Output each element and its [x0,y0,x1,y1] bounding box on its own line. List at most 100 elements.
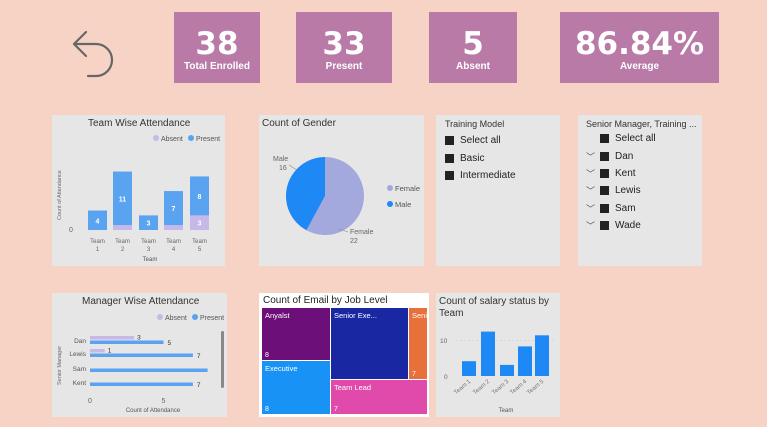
training-model-slicer[interactable]: Training Model Select all Basic Intermed… [436,115,560,266]
x-tick-label: 5 [198,247,202,253]
gender-card[interactable]: Count of Gender Male 16 Female 22 Female Male [259,115,424,266]
bar-present [90,353,193,357]
legend-male-icon [387,201,393,207]
y-axis-label: Senior Manager [57,346,63,385]
bar-present [90,368,208,372]
treemap-tile-label: Anyalst [265,311,291,320]
slicer-item-intermediate[interactable]: Intermediate [445,170,516,181]
slicer-item-select-all[interactable]: Select all [445,135,501,146]
y-tick-label: 0 [444,374,448,381]
kpi-value: 86.84% [574,26,705,62]
leader-line [288,164,298,171]
slicer-item-label: Select all [460,135,501,146]
legend-absent-icon [157,314,163,320]
legend-absent-icon [153,135,159,141]
x-tick-label: 1 [96,247,100,253]
x-tick-label: 3 [147,247,151,253]
x-axis-label: Team [499,408,514,414]
kpi-label: Total Enrolled [184,61,250,72]
kpi-absent: 5 Absent [429,12,517,83]
manager-attendance-card[interactable]: Manager Wise Attendance Absent Present Sen… [52,293,227,417]
x-tick-label: Team [192,239,207,245]
x-tick-label: Team [115,239,130,245]
x-tick-label: 0 [88,398,92,405]
data-label-absent: 3 [137,335,141,342]
slicer-item-sam[interactable]: ﹀ Sam [586,202,636,215]
checkbox-icon [445,171,454,180]
bar [481,331,495,376]
bar-present [90,382,193,386]
slicer-item-dan[interactable]: ﹀ Dan [586,150,633,163]
x-tick-label: Team [90,239,105,245]
data-label-male-value: 16 [279,165,287,172]
scrollbar [221,331,224,388]
treemap-tile-label: Senior A... [412,311,429,320]
treemap-tile-value: 8 [265,406,269,413]
slicer-item-select-all[interactable]: Select all [600,133,656,144]
slicer-item-basic[interactable]: Basic [445,153,484,164]
x-tick-label: Team 4 [509,379,528,397]
slicer-item-lewis[interactable]: ﹀ Lewis [586,184,641,197]
chevron-down-icon[interactable]: ﹀ [586,202,600,215]
chevron-down-icon[interactable]: ﹀ [586,219,600,232]
kpi-value: 33 [322,26,366,62]
salary-status-card[interactable]: Count of salary status by Team 10 0 Team 1… [436,293,560,417]
chevron-down-icon[interactable]: ﹀ [586,184,600,197]
chevron-down-icon[interactable]: ﹀ [586,150,600,163]
data-label-present: 8 [198,194,202,201]
kpi-present: 33 Present [296,12,392,83]
back-button[interactable] [66,26,120,80]
y-tick-label: 10 [440,338,448,345]
kpi-label: Average [619,61,660,72]
slicer-item-label: Wade [615,220,641,231]
senior-manager-slicer[interactable]: Senior Manager, Training ... Select all … [578,115,702,266]
data-label-present: 7 [197,353,201,360]
bar [500,364,514,376]
legend-present-label: Present [196,136,220,143]
y-axis-label: Count of Attendance [57,170,63,220]
data-label-absent: 3 [198,221,202,228]
back-arrow-icon [72,30,114,78]
slicer-item-wade[interactable]: ﹀ Wade [586,219,641,232]
job-level-card[interactable]: Count of Email by Job Level Anyalst 8 Seni… [259,293,429,417]
bar-absent [90,349,105,353]
treemap-tile-label: Senior Exe... [334,311,377,320]
legend-absent-label: Absent [161,136,183,143]
bar-absent [113,225,132,230]
data-label-female-name: Female [350,229,373,236]
x-tick-label: Team 2 [472,379,491,397]
slicer-item-kent[interactable]: ﹀ Kent [586,167,636,180]
team-attendance-card[interactable]: Team Wise Attendance Absent Present Count … [52,115,225,266]
x-tick-label: Team [141,239,156,245]
treemap-tile-label: Team Lead [334,383,371,392]
bar-absent [164,225,183,230]
chevron-down-icon[interactable]: ﹀ [586,167,600,180]
treemap-tile-value: 7 [334,406,338,413]
bar-absent [90,336,135,340]
legend-absent-label: Absent [165,315,187,322]
bar-present [90,340,164,344]
x-axis-label: Team [143,257,158,263]
x-tick-label: 2 [121,247,125,253]
y-tick-label: Kent [73,380,87,387]
kpi-label: Absent [456,61,490,72]
data-label-present: 4 [96,218,100,225]
manager-attendance-chart: Absent Present Senior Manager Dan 3 5 Lewis 1 7 S… [57,314,224,414]
legend-present-label: Present [200,315,224,322]
slicer-item-label: Basic [460,153,485,164]
checkbox-icon [445,154,454,163]
data-label-present: 7 [172,206,176,213]
kpi-value: 38 [195,26,239,62]
slicer-item-label: Lewis [615,185,641,196]
kpi-value: 5 [462,26,484,62]
slicer-item-label: Kent [615,168,636,179]
slicer-item-label: Dan [615,151,634,162]
y-tick-label: Dan [74,338,86,345]
data-label-absent: 1 [108,348,112,355]
treemap-tile-label: Executive [265,364,298,373]
legend-male-label: Male [395,200,411,209]
x-tick-label: Team [166,239,181,245]
slicer-item-label: Select all [615,133,656,144]
job-level-treemap: Anyalst 8 Senior Exe... Senior A... 7 Executi… [262,308,429,414]
data-label-present: 7 [197,382,201,389]
